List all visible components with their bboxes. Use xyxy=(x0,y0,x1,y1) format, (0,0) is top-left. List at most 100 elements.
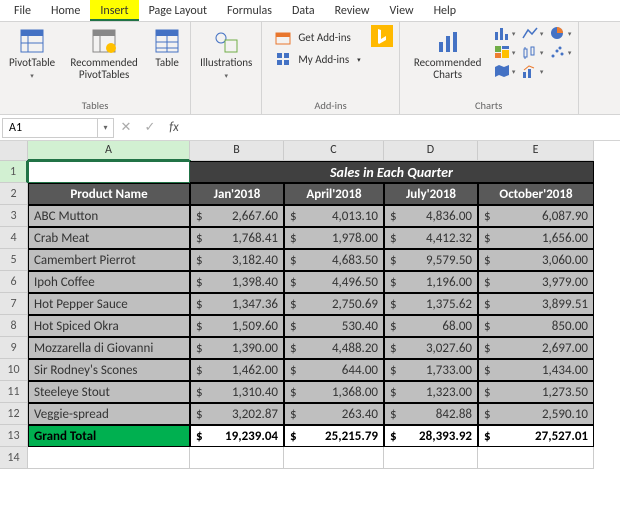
product-name-cell[interactable]: Veggie-spread xyxy=(28,403,190,425)
scatter-chart-button[interactable]: ▾ xyxy=(550,44,572,60)
empty-cell[interactable] xyxy=(478,447,594,469)
cell[interactable]: $842.88 xyxy=(384,403,478,425)
cell[interactable]: $2,697.00 xyxy=(478,337,594,359)
cell[interactable]: $4,488.20 xyxy=(284,337,384,359)
illustrations-button[interactable]: Illustrations ▾ xyxy=(197,25,255,82)
empty-cell[interactable] xyxy=(28,447,190,469)
bing-button[interactable] xyxy=(371,25,393,47)
cell[interactable]: $2,667.60 xyxy=(190,205,284,227)
cell-A1[interactable] xyxy=(28,161,190,183)
row-header-7[interactable]: 7 xyxy=(0,293,28,315)
col-header-A[interactable]: A xyxy=(28,141,190,161)
header-cell[interactable]: April'2018 xyxy=(284,183,384,205)
cell[interactable]: $263.40 xyxy=(284,403,384,425)
cell[interactable]: $1,398.40 xyxy=(190,271,284,293)
cell[interactable]: $1,978.00 xyxy=(284,227,384,249)
cancel-formula-button[interactable]: ✕ xyxy=(114,120,138,135)
menu-formulas[interactable]: Formulas xyxy=(217,0,282,21)
row-header-12[interactable]: 12 xyxy=(0,403,28,425)
col-header-E[interactable]: E xyxy=(478,141,594,161)
recommended-pivottables-button[interactable]: Recommended PivotTables xyxy=(62,25,146,83)
row-header-14[interactable]: 14 xyxy=(0,447,28,469)
row-header-10[interactable]: 10 xyxy=(0,359,28,381)
namebox-dropdown[interactable]: ▾ xyxy=(98,118,114,138)
row-header-2[interactable]: 2 xyxy=(0,183,28,205)
cell[interactable]: $3,182.40 xyxy=(190,249,284,271)
empty-cell[interactable] xyxy=(190,447,284,469)
cell[interactable]: $1,434.00 xyxy=(478,359,594,381)
cell[interactable]: $1,768.41 xyxy=(190,227,284,249)
cell[interactable]: $2,590.10 xyxy=(478,403,594,425)
header-cell[interactable]: Jan'2018 xyxy=(190,183,284,205)
row-header-4[interactable]: 4 xyxy=(0,227,28,249)
product-name-cell[interactable]: Crab Meat xyxy=(28,227,190,249)
product-name-cell[interactable]: Hot Spiced Okra xyxy=(28,315,190,337)
cell[interactable]: $19,239.04 xyxy=(190,425,284,447)
cell[interactable]: $4,836.00 xyxy=(384,205,478,227)
cell[interactable]: $644.00 xyxy=(284,359,384,381)
menu-home[interactable]: Home xyxy=(41,0,90,21)
cell[interactable]: $3,979.00 xyxy=(478,271,594,293)
table-button[interactable]: Table xyxy=(150,25,184,71)
statistic-chart-button[interactable]: ▾ xyxy=(522,44,544,60)
product-name-cell[interactable]: Sir Rodney's Scones xyxy=(28,359,190,381)
row-header-1[interactable]: 1 xyxy=(0,161,28,183)
menu-view[interactable]: View xyxy=(380,0,424,21)
select-all-corner[interactable] xyxy=(0,141,28,161)
line-chart-button[interactable]: ▾ xyxy=(522,25,544,41)
pivottable-button[interactable]: PivotTable ▾ xyxy=(6,25,58,82)
cell[interactable]: $4,013.10 xyxy=(284,205,384,227)
cell[interactable]: $27,527.01 xyxy=(478,425,594,447)
menu-review[interactable]: Review xyxy=(325,0,380,21)
row-header-6[interactable]: 6 xyxy=(0,271,28,293)
empty-cell[interactable] xyxy=(284,447,384,469)
cell[interactable]: $1,462.00 xyxy=(190,359,284,381)
menu-help[interactable]: Help xyxy=(424,0,467,21)
cell[interactable]: $4,496.50 xyxy=(284,271,384,293)
menu-data[interactable]: Data xyxy=(282,0,325,21)
product-name-cell[interactable]: Ipoh Coffee xyxy=(28,271,190,293)
cell[interactable]: $3,060.00 xyxy=(478,249,594,271)
row-header-11[interactable]: 11 xyxy=(0,381,28,403)
formula-input[interactable] xyxy=(186,118,618,138)
row-header-8[interactable]: 8 xyxy=(0,315,28,337)
cell[interactable]: $4,683.50 xyxy=(284,249,384,271)
pie-chart-button[interactable]: ▾ xyxy=(550,25,572,41)
product-name-cell[interactable]: ABC Mutton xyxy=(28,205,190,227)
cell[interactable]: $28,393.92 xyxy=(384,425,478,447)
recommended-charts-button[interactable]: Recommended Charts xyxy=(406,25,490,83)
cell[interactable]: $2,750.69 xyxy=(284,293,384,315)
enter-formula-button[interactable]: ✓ xyxy=(138,120,162,135)
menu-file[interactable]: File xyxy=(4,0,41,21)
cell[interactable]: $1,347.36 xyxy=(190,293,284,315)
product-name-cell[interactable]: Mozzarella di Giovanni xyxy=(28,337,190,359)
cell[interactable]: $1,368.00 xyxy=(284,381,384,403)
cell[interactable]: $6,087.90 xyxy=(478,205,594,227)
row-header-3[interactable]: 3 xyxy=(0,205,28,227)
header-cell[interactable]: October'2018 xyxy=(478,183,594,205)
cell[interactable]: $1,733.00 xyxy=(384,359,478,381)
cell[interactable]: $1,323.00 xyxy=(384,381,478,403)
header-cell[interactable]: Product Name xyxy=(28,183,190,205)
cell[interactable]: $1,310.40 xyxy=(190,381,284,403)
menu-pagelayout[interactable]: Page Layout xyxy=(139,0,217,21)
product-name-cell[interactable]: Camembert Pierrot xyxy=(28,249,190,271)
cell[interactable]: $1,509.60 xyxy=(190,315,284,337)
cell[interactable]: $1,273.50 xyxy=(478,381,594,403)
name-box[interactable] xyxy=(2,118,98,138)
empty-cell[interactable] xyxy=(384,447,478,469)
fx-button[interactable]: fx xyxy=(162,120,186,135)
hierarchy-chart-button[interactable]: ▾ xyxy=(494,44,516,60)
col-header-B[interactable]: B xyxy=(190,141,284,161)
title-cell[interactable]: Sales in Each Quarter xyxy=(190,161,594,183)
grand-total-label[interactable]: Grand Total xyxy=(28,425,190,447)
row-header-13[interactable]: 13 xyxy=(0,425,28,447)
col-header-C[interactable]: C xyxy=(284,141,384,161)
column-chart-button[interactable]: ▾ xyxy=(494,25,516,41)
cell[interactable]: $25,215.79 xyxy=(284,425,384,447)
my-addins-button[interactable]: My Add-ins ▾ xyxy=(272,49,362,69)
product-name-cell[interactable]: Hot Pepper Sauce xyxy=(28,293,190,315)
header-cell[interactable]: July'2018 xyxy=(384,183,478,205)
cell[interactable]: $3,027.60 xyxy=(384,337,478,359)
cell[interactable]: $1,656.00 xyxy=(478,227,594,249)
